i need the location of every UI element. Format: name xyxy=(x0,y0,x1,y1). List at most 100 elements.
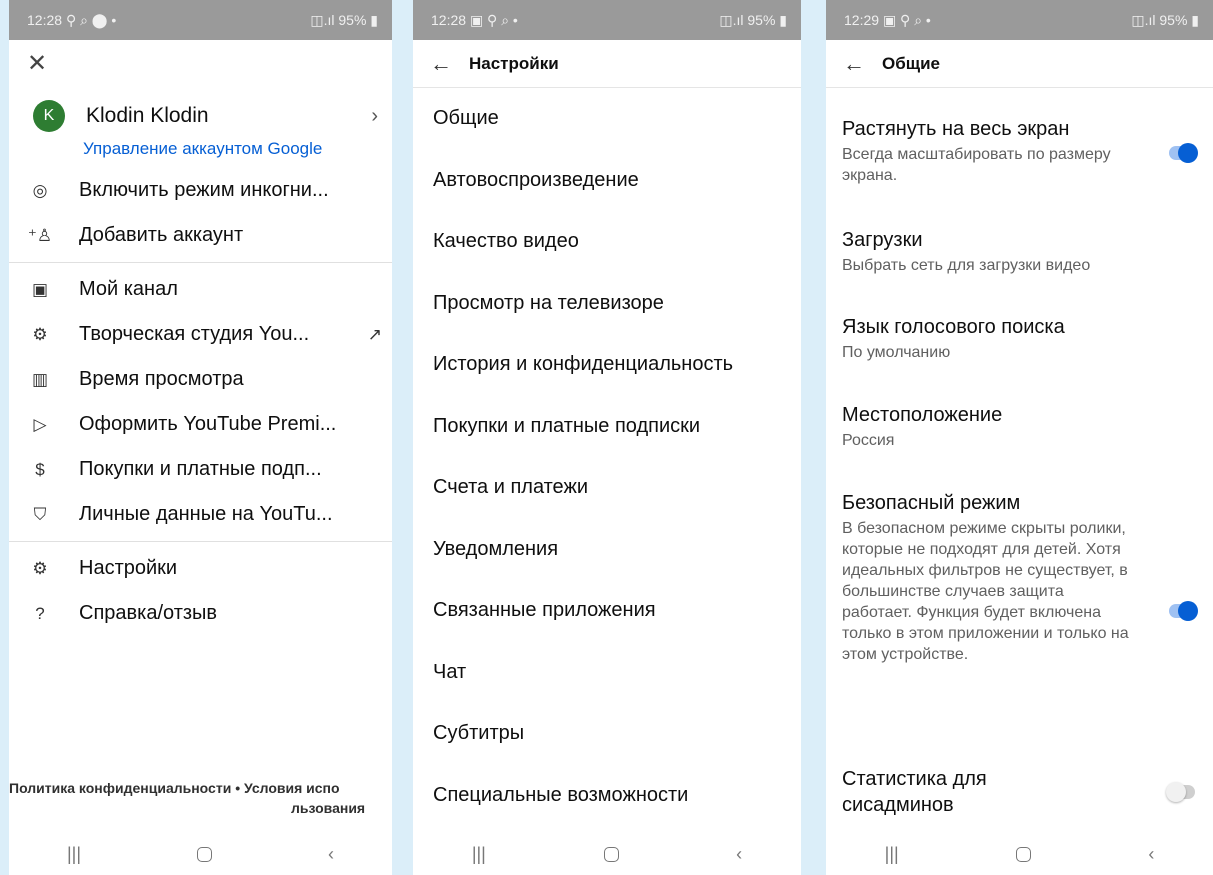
menu-item-label: Мой канал xyxy=(79,278,178,300)
settings-item-watch-on-tv[interactable]: Просмотр на телевизоре xyxy=(413,273,801,335)
battery-level: 95% xyxy=(747,11,776,28)
settings-item-general[interactable]: Общие xyxy=(413,88,801,150)
setting-subtitle: Россия xyxy=(842,432,895,449)
settings-item-billing[interactable]: Счета и платежи xyxy=(413,457,801,519)
battery-icon: ▮ xyxy=(1187,11,1199,28)
menu-item-label: Справка/отзыв xyxy=(79,602,218,624)
incognito-icon: ◎ xyxy=(32,180,48,200)
signal-icon: ◫.ıl xyxy=(1131,11,1160,28)
footer-separator: • xyxy=(235,780,241,796)
settings-item-purchases[interactable]: Покупки и платные подписки xyxy=(413,396,801,458)
system-nav-bar: ||| ‹ xyxy=(826,833,1213,875)
close-button[interactable]: ✕ xyxy=(9,40,392,86)
menu-item-add-account[interactable]: ⁺♙ Добавить аккаунт xyxy=(9,213,392,258)
setting-downloads[interactable]: Загрузки Выбрать сеть для загрузки видео xyxy=(842,227,1213,276)
recents-icon[interactable]: ||| xyxy=(472,844,486,865)
battery-level: 95% xyxy=(338,11,367,28)
privacy-policy-link[interactable]: Политика конфиденциальности xyxy=(9,780,231,796)
menu-item-label: Время просмотра xyxy=(79,368,244,390)
home-icon[interactable] xyxy=(197,846,212,862)
page-title: Общие xyxy=(882,53,940,73)
account-name: Klodin Klodin xyxy=(86,104,209,127)
recents-icon[interactable]: ||| xyxy=(885,844,899,865)
terms-link[interactable]: Условия испо xyxy=(244,780,340,796)
app-bar: ← Общие xyxy=(826,40,1213,88)
back-icon[interactable]: ‹ xyxy=(1148,844,1154,865)
privacy-icon: ⛉ xyxy=(33,504,47,524)
system-nav-bar: ||| ‹ xyxy=(9,833,392,875)
settings-item-notifications[interactable]: Уведомления xyxy=(413,519,801,581)
setting-zoom-to-fill[interactable]: Растянуть на весь экран Всегда масштабир… xyxy=(842,116,1213,186)
menu-item-label: Включить режим инкогни... xyxy=(79,179,329,201)
status-bar: 12:29 ▣ ⚲ ⌕ • ◫.ıl 95% ▮ xyxy=(826,0,1213,40)
close-icon[interactable]: ✕ xyxy=(27,49,47,78)
menu-item-premium[interactable]: ▷ Оформить YouTube Premi... xyxy=(9,402,392,447)
back-arrow-icon[interactable]: ← xyxy=(413,51,469,77)
signal-icon: ◫.ıl xyxy=(310,11,339,28)
menu-item-help[interactable]: ? Справка/отзыв xyxy=(9,591,392,636)
restricted-mode-toggle[interactable] xyxy=(1169,601,1198,621)
setting-subtitle: Всегда масштабировать по размеру экрана. xyxy=(842,146,1111,184)
premium-icon: ▷ xyxy=(33,414,47,434)
dollar-icon: $ xyxy=(35,459,45,479)
menu-item-label: Добавить аккаунт xyxy=(79,224,244,246)
status-time: 12:28 xyxy=(431,11,467,28)
back-icon[interactable]: ‹ xyxy=(328,844,334,865)
settings-item-connected-apps[interactable]: Связанные приложения xyxy=(413,580,801,642)
status-bar: 12:28 ⚲ ⌕ ⬤ • ◫.ıl 95% ▮ xyxy=(9,0,392,40)
settings-item-accessibility[interactable]: Специальные возможности xyxy=(413,765,801,827)
settings-item-chat[interactable]: Чат xyxy=(413,642,801,704)
settings-item-video-quality[interactable]: Качество видео xyxy=(413,211,801,273)
recents-icon[interactable]: ||| xyxy=(67,844,81,865)
zoom-to-fill-toggle[interactable] xyxy=(1169,143,1198,163)
settings-item-autoplay[interactable]: Автовоспроизведение xyxy=(413,150,801,212)
setting-location[interactable]: Местоположение Россия xyxy=(842,402,1213,451)
menu-item-label: Оформить YouTube Premi... xyxy=(79,413,337,435)
setting-title: Язык голосового поиска xyxy=(842,316,1065,338)
battery-level: 95% xyxy=(1159,11,1188,28)
settings-screen: 12:28 ▣ ⚲ ⌕ • ◫.ıl 95% ▮ ← Настройки Общ… xyxy=(413,0,801,875)
settings-item-captions[interactable]: Субтитры xyxy=(413,703,801,765)
menu-item-settings[interactable]: ⚙ Настройки xyxy=(9,546,392,591)
help-icon: ? xyxy=(35,603,45,623)
menu-item-label: Покупки и платные подп... xyxy=(79,458,322,480)
battery-icon: ▮ xyxy=(775,11,787,28)
status-time: 12:28 xyxy=(27,11,63,28)
external-link-icon: ↗ xyxy=(367,324,382,344)
account-row[interactable]: K Klodin Klodin › xyxy=(9,86,392,136)
setting-subtitle: В безопасном режиме скрыты ролики, котор… xyxy=(842,520,1129,663)
status-bar: 12:28 ▣ ⚲ ⌕ • ◫.ıl 95% ▮ xyxy=(413,0,801,40)
stats-for-nerds-toggle[interactable] xyxy=(1166,782,1195,802)
setting-voice-search-language[interactable]: Язык голосового поиска По умолчанию xyxy=(842,314,1213,363)
back-icon[interactable]: ‹ xyxy=(736,844,742,865)
manage-google-account-link[interactable]: Управление аккаунтом Google xyxy=(9,136,392,168)
terms-link-continuation[interactable]: льзования xyxy=(9,800,392,816)
menu-item-privacy[interactable]: ⛉ Личные данные на YouTu... xyxy=(9,492,392,537)
setting-title: Растянуть на весь экран xyxy=(842,118,1070,140)
setting-title: Местоположение xyxy=(842,404,1003,426)
system-nav-bar: ||| ‹ xyxy=(413,833,801,875)
menu-item-watch-time[interactable]: ▥ Время просмотра xyxy=(9,357,392,402)
footer-links: Политика конфиденциальности • Условия ис… xyxy=(9,780,392,816)
setting-subtitle: По умолчанию xyxy=(842,344,951,361)
status-icons: ▣ ⚲ ⌕ • xyxy=(882,11,931,28)
menu-item-my-channel[interactable]: ▣ Мой канал xyxy=(9,267,392,312)
home-icon[interactable] xyxy=(603,846,619,862)
status-time: 12:29 xyxy=(844,11,880,28)
setting-stats-for-nerds[interactable]: Статистика для сисадминов xyxy=(842,766,1062,818)
menu-item-purchases[interactable]: $ Покупки и платные подп... xyxy=(9,447,392,492)
menu-item-studio[interactable]: ⚙ Творческая студия You... ↗ xyxy=(9,312,392,357)
gear-icon: ⚙ xyxy=(32,558,48,578)
setting-title: Статистика для сисадминов xyxy=(842,768,987,816)
studio-icon: ⚙ xyxy=(32,324,48,344)
setting-subtitle: Выбрать сеть для загрузки видео xyxy=(842,257,1091,274)
app-bar: ← Настройки xyxy=(413,40,801,88)
page-title: Настройки xyxy=(469,53,559,73)
back-arrow-icon[interactable]: ← xyxy=(826,51,882,77)
settings-item-history-privacy[interactable]: История и конфиденциальность xyxy=(413,334,801,396)
home-icon[interactable] xyxy=(1016,846,1031,862)
menu-item-incognito[interactable]: ◎ Включить режим инкогни... xyxy=(9,168,392,213)
signal-icon: ◫.ıl xyxy=(719,11,748,28)
chevron-right-icon: › xyxy=(371,104,378,127)
setting-restricted-mode[interactable]: Безопасный режим В безопасном режиме скр… xyxy=(842,490,1213,665)
